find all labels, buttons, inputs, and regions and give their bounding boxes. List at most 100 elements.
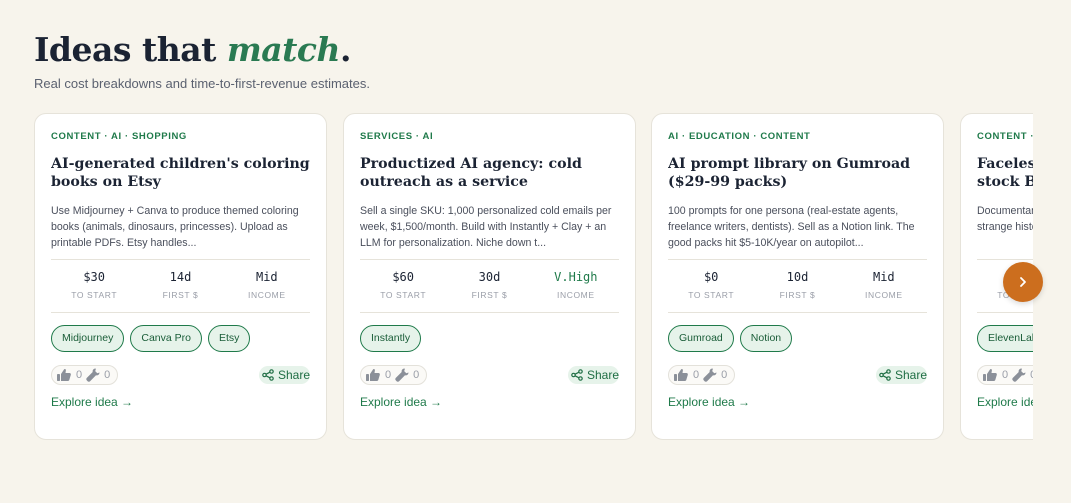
stat-first-label: FIRST $ (162, 290, 199, 300)
vote-group: 0 0 (668, 365, 736, 385)
build-count: 0 (721, 369, 728, 381)
page-title: Ideas that match. (34, 30, 351, 69)
thumbs-up-icon[interactable] (55, 367, 73, 383)
idea-card[interactable]: CONTENT · AI · SHOPPING AI-generated chi… (34, 113, 327, 440)
share-label: Share (586, 368, 619, 382)
page-subtitle: Real cost breakdowns and time-to-first-r… (34, 76, 370, 91)
stat-income-value: V.High (554, 270, 598, 284)
wrench-icon[interactable] (394, 367, 410, 383)
tool-pill[interactable]: Canva Pro (130, 325, 202, 352)
idea-card[interactable]: SERVICES · AI Productized AI agency: col… (343, 113, 636, 440)
card-title[interactable]: Faceless YouTube channel with stock B-ro… (977, 155, 1033, 191)
stat-income: V.High INCOME (533, 270, 619, 312)
card-title[interactable]: AI prompt library on Gumroad ($29-99 pac… (668, 155, 927, 191)
tool-pill[interactable]: Notion (739, 325, 793, 352)
like-count: 0 (385, 369, 392, 381)
card-actions: 0 0 Share (51, 364, 310, 386)
tool-pills: ElevenLabs (977, 325, 1033, 352)
card-actions: 0 0 Share (977, 364, 1033, 386)
ideas-carousel: CONTENT · AI · SHOPPING AI-generated chi… (34, 113, 1033, 441)
vote-group: 0 0 (360, 365, 428, 385)
stat-first-value: 14d (169, 270, 192, 284)
stat-income-value: Mid (255, 270, 278, 284)
tool-pill[interactable]: Etsy (207, 325, 251, 352)
chevron-right-icon (1020, 277, 1026, 287)
vote-group: 0 0 (51, 365, 119, 385)
card-actions: 0 0 Share (668, 364, 927, 386)
stat-start-value: $30 (83, 270, 105, 284)
card-stats: $60 TO START 30d FIRST $ V.High INCOME (360, 259, 619, 313)
tool-pill[interactable]: Instantly (360, 325, 422, 352)
card-actions: 0 0 Share (360, 364, 619, 386)
title-prefix: Ideas that (34, 30, 227, 69)
stat-start: $0 TO START (668, 270, 754, 312)
stat-income: Mid INCOME (841, 270, 927, 312)
stat-start-value: $60 (392, 270, 414, 284)
stat-first-value: 30d (478, 270, 501, 284)
explore-idea-link[interactable]: Explore idea → (668, 395, 927, 409)
stat-first-label: FIRST $ (471, 290, 508, 300)
stat-first: 30d FIRST $ (446, 270, 532, 312)
card-description: 100 prompts for one persona (real-estate… (668, 205, 915, 249)
stat-first-label: FIRST $ (779, 290, 816, 300)
share-label: Share (277, 368, 310, 382)
wrench-icon[interactable] (1011, 367, 1027, 383)
card-description: Sell a single SKU: 1,000 personalized co… (360, 205, 612, 249)
wrench-icon[interactable] (85, 367, 101, 383)
stat-start-value: $0 (703, 270, 719, 284)
card-categories: CONTENT · AI · SHOPPING (51, 131, 187, 142)
stat-income-label: INCOME (557, 290, 595, 300)
stat-income-value: Mid (872, 270, 895, 284)
share-button[interactable]: Share (258, 366, 310, 384)
stat-start-label: TO START (71, 290, 118, 300)
tool-pills: Midjourney Canva Pro Etsy (51, 325, 310, 352)
stat-start: $30 TO START (51, 270, 137, 312)
stat-start-label: TO START (380, 290, 427, 300)
tool-pill[interactable]: Midjourney (51, 325, 125, 352)
share-label: Share (894, 368, 927, 382)
stat-first: 14d FIRST $ (137, 270, 223, 312)
tool-pill[interactable]: Gumroad (668, 325, 734, 352)
card-categories: AI · EDUCATION · CONTENT (668, 131, 811, 142)
stat-start: $60 TO START (360, 270, 446, 312)
share-button[interactable]: Share (875, 366, 927, 384)
card-categories: CONTENT · AI (977, 131, 1033, 142)
build-count: 0 (413, 369, 420, 381)
like-count: 0 (76, 369, 83, 381)
share-icon (879, 369, 891, 381)
thumbs-up-icon[interactable] (981, 367, 999, 383)
stat-first-value: 10d (786, 270, 809, 284)
like-count: 0 (1002, 369, 1009, 381)
share-button[interactable]: Share (567, 366, 619, 384)
tool-pills: Gumroad Notion (668, 325, 927, 352)
stat-start-label: TO START (688, 290, 735, 300)
thumbs-up-icon[interactable] (672, 367, 690, 383)
stat-income-label: INCOME (865, 290, 903, 300)
explore-idea-link[interactable]: Explore idea → (51, 395, 310, 409)
thumbs-up-icon[interactable] (364, 367, 382, 383)
build-count: 0 (1030, 369, 1033, 381)
card-stats: $30 TO START 14d FIRST $ Mid INCOME (51, 259, 310, 313)
tool-pills: Instantly (360, 325, 619, 352)
vote-group: 0 0 (977, 365, 1033, 385)
card-stats: $0 TO START 10d FIRST $ Mid INCOME (668, 259, 927, 313)
idea-card[interactable]: AI · EDUCATION · CONTENT AI prompt libra… (651, 113, 944, 440)
explore-idea-link[interactable]: Explore idea → (360, 395, 619, 409)
share-icon (571, 369, 583, 381)
wrench-icon[interactable] (702, 367, 718, 383)
card-description: Use Midjourney + Canva to produce themed… (51, 205, 299, 249)
build-count: 0 (104, 369, 111, 381)
stat-income: Mid INCOME (224, 270, 310, 312)
card-title[interactable]: AI-generated children's coloring books o… (51, 155, 310, 191)
tool-pill[interactable]: ElevenLabs (977, 325, 1033, 352)
title-suffix: . (339, 30, 352, 69)
carousel-next-button[interactable] (1003, 262, 1043, 302)
stat-income-label: INCOME (248, 290, 286, 300)
explore-idea-link[interactable]: Explore idea → (977, 395, 1033, 409)
card-description: Documentary-style explainers (lost ancie… (977, 205, 1033, 233)
like-count: 0 (693, 369, 700, 381)
stat-first: 10d FIRST $ (754, 270, 840, 312)
card-title[interactable]: Productized AI agency: cold outreach as … (360, 155, 619, 191)
title-accent: match (226, 30, 341, 69)
share-icon (262, 369, 274, 381)
